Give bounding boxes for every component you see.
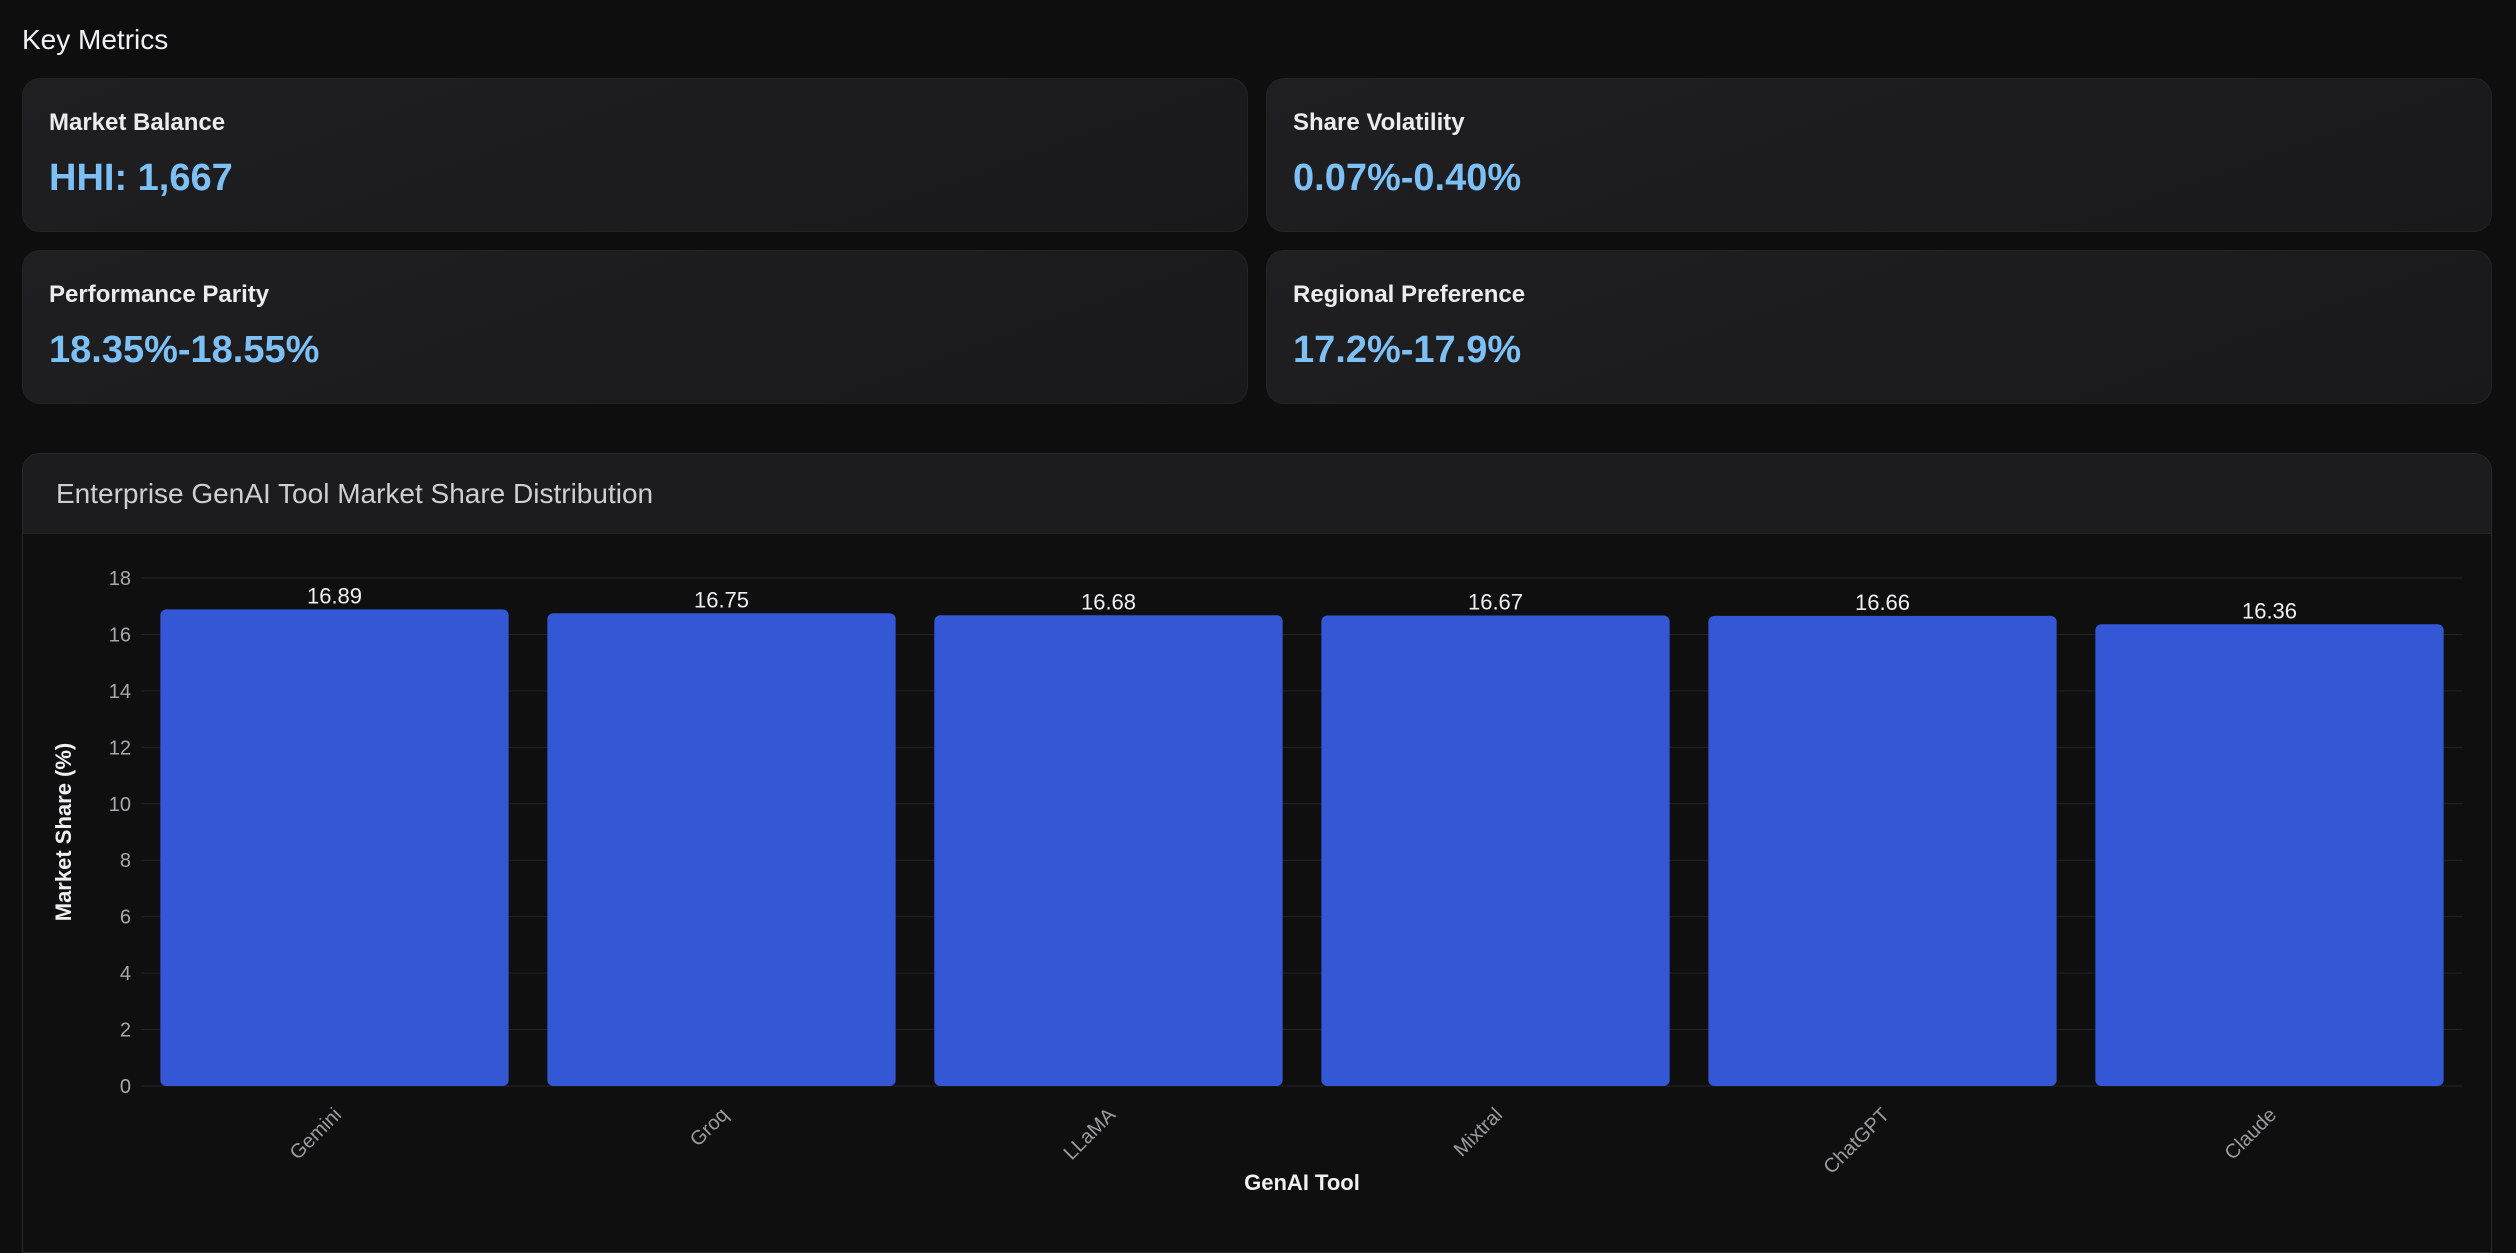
metric-label: Performance Parity — [49, 281, 270, 308]
data-label: 16.89 — [307, 583, 362, 608]
x-tick-label: Mixtral — [1450, 1104, 1507, 1161]
y-tick-label: 8 — [120, 850, 131, 872]
metric-card-market-balance: Market Balance HHI: 1,667 — [22, 78, 1248, 232]
metric-value: 0.07%-0.40% — [1293, 157, 1522, 199]
section-title: Key Metrics — [22, 24, 169, 55]
chart-panel: Enterprise GenAI Tool Market Share Distr… — [22, 453, 2492, 1253]
y-tick-label: 10 — [109, 794, 131, 816]
x-tick-label: Claude — [2221, 1104, 2281, 1164]
bar-mixtral — [1321, 615, 1670, 1086]
metric-value: 17.2%-17.9% — [1293, 329, 1522, 371]
data-label: 16.68 — [1081, 589, 1136, 614]
metric-card-share-volatility: Share Volatility 0.07%-0.40% — [1266, 78, 2492, 232]
metric-card-performance-parity: Performance Parity 18.35%-18.55% — [22, 250, 1248, 404]
y-tick-label: 4 — [120, 963, 131, 985]
x-tick-label: Groq — [686, 1104, 733, 1151]
metric-value: HHI: 1,667 — [49, 157, 233, 199]
y-tick-label: 12 — [109, 737, 131, 759]
x-tick-label: Gemini — [286, 1104, 346, 1164]
metric-label: Market Balance — [49, 109, 226, 136]
y-axis-title: Market Share (%) — [51, 743, 76, 922]
y-tick-label: 0 — [120, 1076, 131, 1098]
y-tick-label: 2 — [120, 1020, 131, 1042]
y-tick-label: 14 — [109, 681, 131, 703]
metric-card-regional-preference: Regional Preference 17.2%-17.9% — [1266, 250, 2492, 404]
y-tick-label: 6 — [120, 907, 131, 929]
y-tick-label: 18 — [109, 568, 131, 590]
bar-groq — [547, 613, 896, 1086]
bar-gemini — [160, 609, 509, 1086]
metric-value: 18.35%-18.55% — [49, 329, 320, 371]
bar-llama — [934, 615, 1283, 1086]
y-tick-label: 16 — [109, 624, 131, 646]
x-tick-label: LLaMA — [1060, 1104, 1121, 1165]
bar-chart: 0 2 4 6 8 10 12 14 16 18 16.89 Gemini 16.75 Groq 16.68… — [51, 568, 2463, 1195]
metric-label: Share Volatility — [1293, 109, 1465, 136]
x-axis-title: GenAI Tool — [1244, 1170, 1360, 1195]
data-label: 16.66 — [1855, 590, 1910, 615]
x-tick-label: ChatGPT — [1820, 1104, 1895, 1179]
bar-chatgpt — [1708, 615, 2057, 1086]
data-label: 16.36 — [2242, 598, 2297, 623]
metric-label: Regional Preference — [1293, 281, 1526, 308]
data-label: 16.67 — [1468, 590, 1523, 615]
bar-claude — [2095, 624, 2444, 1086]
data-label: 16.75 — [694, 587, 749, 612]
